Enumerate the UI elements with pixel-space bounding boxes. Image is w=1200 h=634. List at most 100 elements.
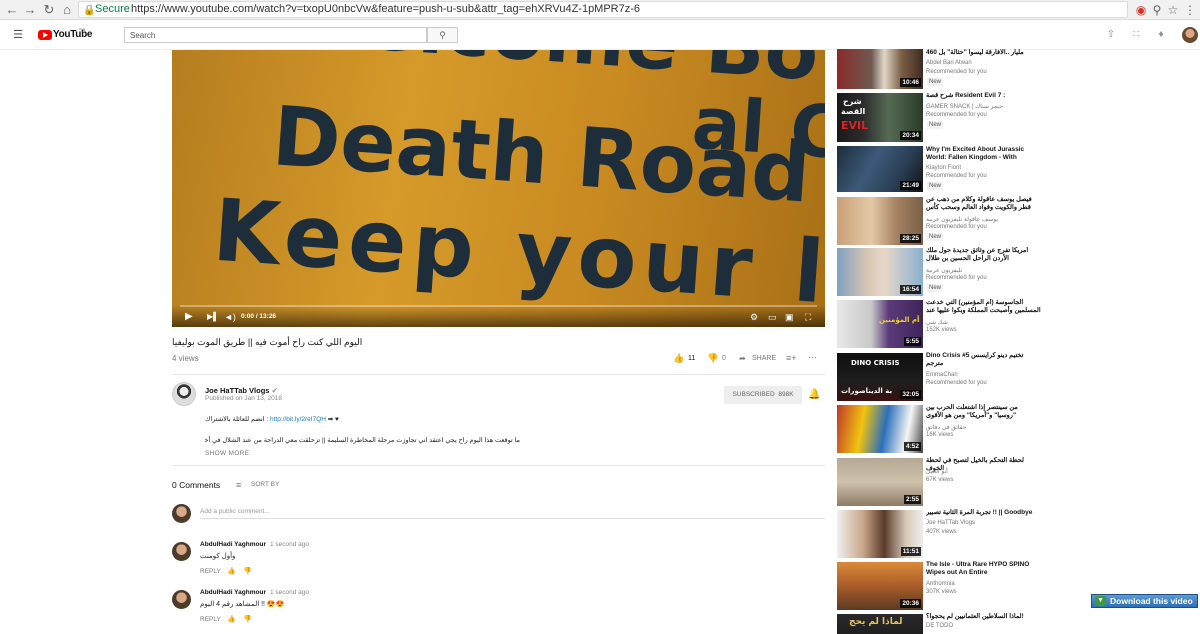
sidebar-video-title[interactable]: شرح قصة Resident Evil 7 : <box>926 92 1041 100</box>
video-thumbnail[interactable]: 28:25 <box>837 197 923 245</box>
settings-gear-icon[interactable]: ⚙ <box>750 311 758 323</box>
new-badge: New <box>927 121 944 129</box>
sort-icon[interactable]: ≡ <box>236 480 241 490</box>
reload-icon[interactable]: ↻ <box>41 2 57 18</box>
reply-button[interactable]: REPLY <box>200 616 221 623</box>
address-bar[interactable]: 🔒 Secure https://www.youtube.com/watch?v… <box>78 1 1128 18</box>
sidebar-video-item[interactable]: DINO CRISIS بة الديناصورات 32:05 Dino Cr… <box>836 352 1046 402</box>
browser-menu-icon[interactable]: ⋮ <box>1183 3 1197 17</box>
duration-badge: 5:55 <box>903 337 921 346</box>
sidebar-video-item[interactable]: أم المؤمنين 5:55 الجاسوسة (أم المؤمنين) … <box>836 299 1046 349</box>
play-icon[interactable]: ▶ <box>185 311 193 323</box>
video-thumbnail[interactable]: 21:49 <box>837 146 923 192</box>
comment-author[interactable]: AbdulHadi Yaghmour 1 second ago <box>200 589 309 596</box>
reply-button[interactable]: REPLY <box>200 568 221 575</box>
video-thumbnail[interactable]: أم المؤمنين 5:55 <box>837 300 923 348</box>
video-thumbnail[interactable]: 20:36 <box>837 562 923 610</box>
video-thumbnail[interactable]: 2:55 <box>837 458 923 506</box>
hamburger-menu-icon[interactable]: ☰ <box>12 29 24 41</box>
duration-badge: 28:25 <box>900 234 921 243</box>
account-avatar[interactable] <box>1182 27 1198 43</box>
add-to-playlist-icon[interactable]: ≡+ <box>786 353 797 363</box>
comment-avatar[interactable] <box>172 542 191 561</box>
more-actions-icon[interactable]: ⋯ <box>808 352 817 363</box>
sidebar-video-title[interactable]: الجاسوسة (أم المؤمنين) التي خدعت المسلمي… <box>926 299 1041 315</box>
sidebar-video-title[interactable]: Dino Crisis #5 تختيم دينو كرايسس مترجم <box>926 352 1041 368</box>
sidebar-meta: Recommended for you <box>926 224 987 230</box>
video-thumbnail[interactable]: 11:51 <box>837 510 923 558</box>
sidebar-video-title[interactable]: فيصل يوسف عاقولة وكلام من ذهب عن قطر وال… <box>926 196 1041 212</box>
video-thumbnail[interactable]: لماذا لم يحج <box>837 614 923 634</box>
video-thumbnail[interactable]: شرح القصة EVIL 20:34 <box>837 93 923 142</box>
youtube-logo-text[interactable]: YouTube <box>53 29 93 40</box>
channel-avatar[interactable] <box>172 382 196 406</box>
sidebar-meta: Recommended for you <box>926 173 987 179</box>
home-icon[interactable]: ⌂ <box>59 2 75 18</box>
channel-name[interactable]: Joe HaTTab Vlogs ✔ <box>205 386 278 395</box>
sidebar-video-title[interactable]: أمريكا تفرج عن وثائق جديدة حول ملك الأرد… <box>926 247 1041 263</box>
video-thumbnail[interactable]: 10:46 <box>837 49 923 89</box>
thumbnail-text: لماذا لم يحج <box>849 617 903 627</box>
sidebar-video-item[interactable]: شرح القصة EVIL 20:34 شرح قصة Resident Ev… <box>836 92 1046 142</box>
upload-icon[interactable]: ⇧ <box>1105 29 1117 41</box>
cast-icon[interactable]: ▣ <box>785 311 794 323</box>
comment-like-icon[interactable]: 👍 <box>227 615 236 623</box>
duration-badge: 2:55 <box>903 495 921 504</box>
apps-grid-icon[interactable]: ∷ <box>1130 29 1142 41</box>
next-icon[interactable]: ▶▌ <box>207 311 219 323</box>
video-thumbnail[interactable]: 16:54 <box>837 248 923 296</box>
video-player[interactable]: Welcome Bo Death Road al Cam Keep your l… <box>172 50 825 327</box>
channel-bell-icon[interactable]: 🔔 <box>808 389 820 400</box>
sidebar-video-item[interactable]: 2:55 لحظة التحكم بالخيل لتصبح في لحظة ال… <box>836 457 1046 507</box>
duration-badge: 11:51 <box>900 547 921 556</box>
volume-icon[interactable]: ◄) <box>224 311 236 323</box>
view-count: 4 views <box>172 354 199 363</box>
sidebar-video-item[interactable]: 28:25 فيصل يوسف عاقولة وكلام من ذهب عن ق… <box>836 196 1046 246</box>
comment-dislike-icon[interactable]: 👎 <box>243 615 252 623</box>
like-icon[interactable]: 👍 <box>673 353 684 364</box>
sidebar-video-item[interactable]: 4:52 من سينتصر إذا اشتعلت الحرب بين "روس… <box>836 404 1046 454</box>
sidebar-video-title[interactable]: 460 مليار ..الافارقة ليسوا "حثالة" بل <box>926 49 1041 57</box>
sidebar-video-title[interactable]: The Isle - Ultra Rare HYPO SPINO Wipes o… <box>926 561 1041 577</box>
video-thumbnail[interactable]: 4:52 <box>837 405 923 453</box>
show-more-button[interactable]: SHOW MORE <box>205 450 249 457</box>
description-link[interactable]: http://bit.ly/2reI7QH <box>270 416 326 423</box>
sidebar-meta: Recommended for you <box>926 69 987 75</box>
sidebar-video-title[interactable]: تجربة المرة الثانية تصبير !! || Goodbye <box>926 509 1041 517</box>
sidebar-video-title[interactable]: من سينتصر إذا اشتعلت الحرب بين "روسيا" و… <box>926 404 1041 420</box>
search-input[interactable] <box>124 27 427 43</box>
theater-mode-icon[interactable]: ▭ <box>768 311 777 323</box>
sidebar-video-item[interactable]: لماذا لم يحج لماذا السلاطين العثمانيين ل… <box>836 613 1046 634</box>
comment-dislike-icon[interactable]: 👎 <box>243 567 252 575</box>
sidebar-video-item[interactable]: 20:36 The Isle - Ultra Rare HYPO SPINO W… <box>836 561 1046 611</box>
sort-by-button[interactable]: SORT BY <box>251 481 279 488</box>
progress-bar[interactable] <box>180 305 817 307</box>
sidebar-video-item[interactable]: 21:49 Why I'm Excited About Jurassic Wor… <box>836 145 1046 195</box>
subscribe-button[interactable]: SUBSCRIBED 898K <box>724 386 802 404</box>
camera-blocked-icon[interactable]: ◉ <box>1134 3 1148 17</box>
fullscreen-icon[interactable]: ⛶ <box>805 311 811 323</box>
sidebar-meta: 307K views <box>926 589 957 595</box>
download-video-button[interactable]: ▼ Download this video <box>1091 594 1198 608</box>
sidebar-video-title[interactable]: لماذا السلاطين العثمانيين لم يحجوا؟! <box>926 613 1041 621</box>
sidebar-video-item[interactable]: 16:54 أمريكا تفرج عن وثائق جديدة حول ملك… <box>836 247 1046 297</box>
zoom-icon[interactable]: ⚲ <box>1150 3 1164 17</box>
share-label[interactable]: SHARE <box>752 355 776 362</box>
comment-author[interactable]: AbdulHadi Yaghmour 1 second ago <box>200 541 309 548</box>
forward-arrow-icon[interactable]: → <box>22 2 38 18</box>
comments-count: 0 Comments <box>172 480 221 490</box>
share-icon[interactable]: ➦ <box>739 354 746 363</box>
bookmark-star-icon[interactable]: ☆ <box>1166 3 1180 17</box>
search-button[interactable]: ⚲ <box>427 27 458 43</box>
comment-avatar[interactable] <box>172 590 191 609</box>
duration-badge: 32:05 <box>900 390 921 399</box>
back-arrow-icon[interactable]: ← <box>4 2 20 18</box>
divider <box>172 374 825 375</box>
dislike-icon[interactable]: 👎 <box>707 353 718 364</box>
sidebar-video-title[interactable]: Why I'm Excited About Jurassic World: Fa… <box>926 146 1041 162</box>
notifications-bell-icon[interactable]: ♦ <box>1155 29 1167 41</box>
comment-like-icon[interactable]: 👍 <box>227 567 236 575</box>
add-comment-input[interactable] <box>200 505 825 519</box>
sidebar-video-item[interactable]: 11:51 تجربة المرة الثانية تصبير !! || Go… <box>836 509 1046 559</box>
video-thumbnail[interactable]: DINO CRISIS بة الديناصورات 32:05 <box>837 353 923 401</box>
